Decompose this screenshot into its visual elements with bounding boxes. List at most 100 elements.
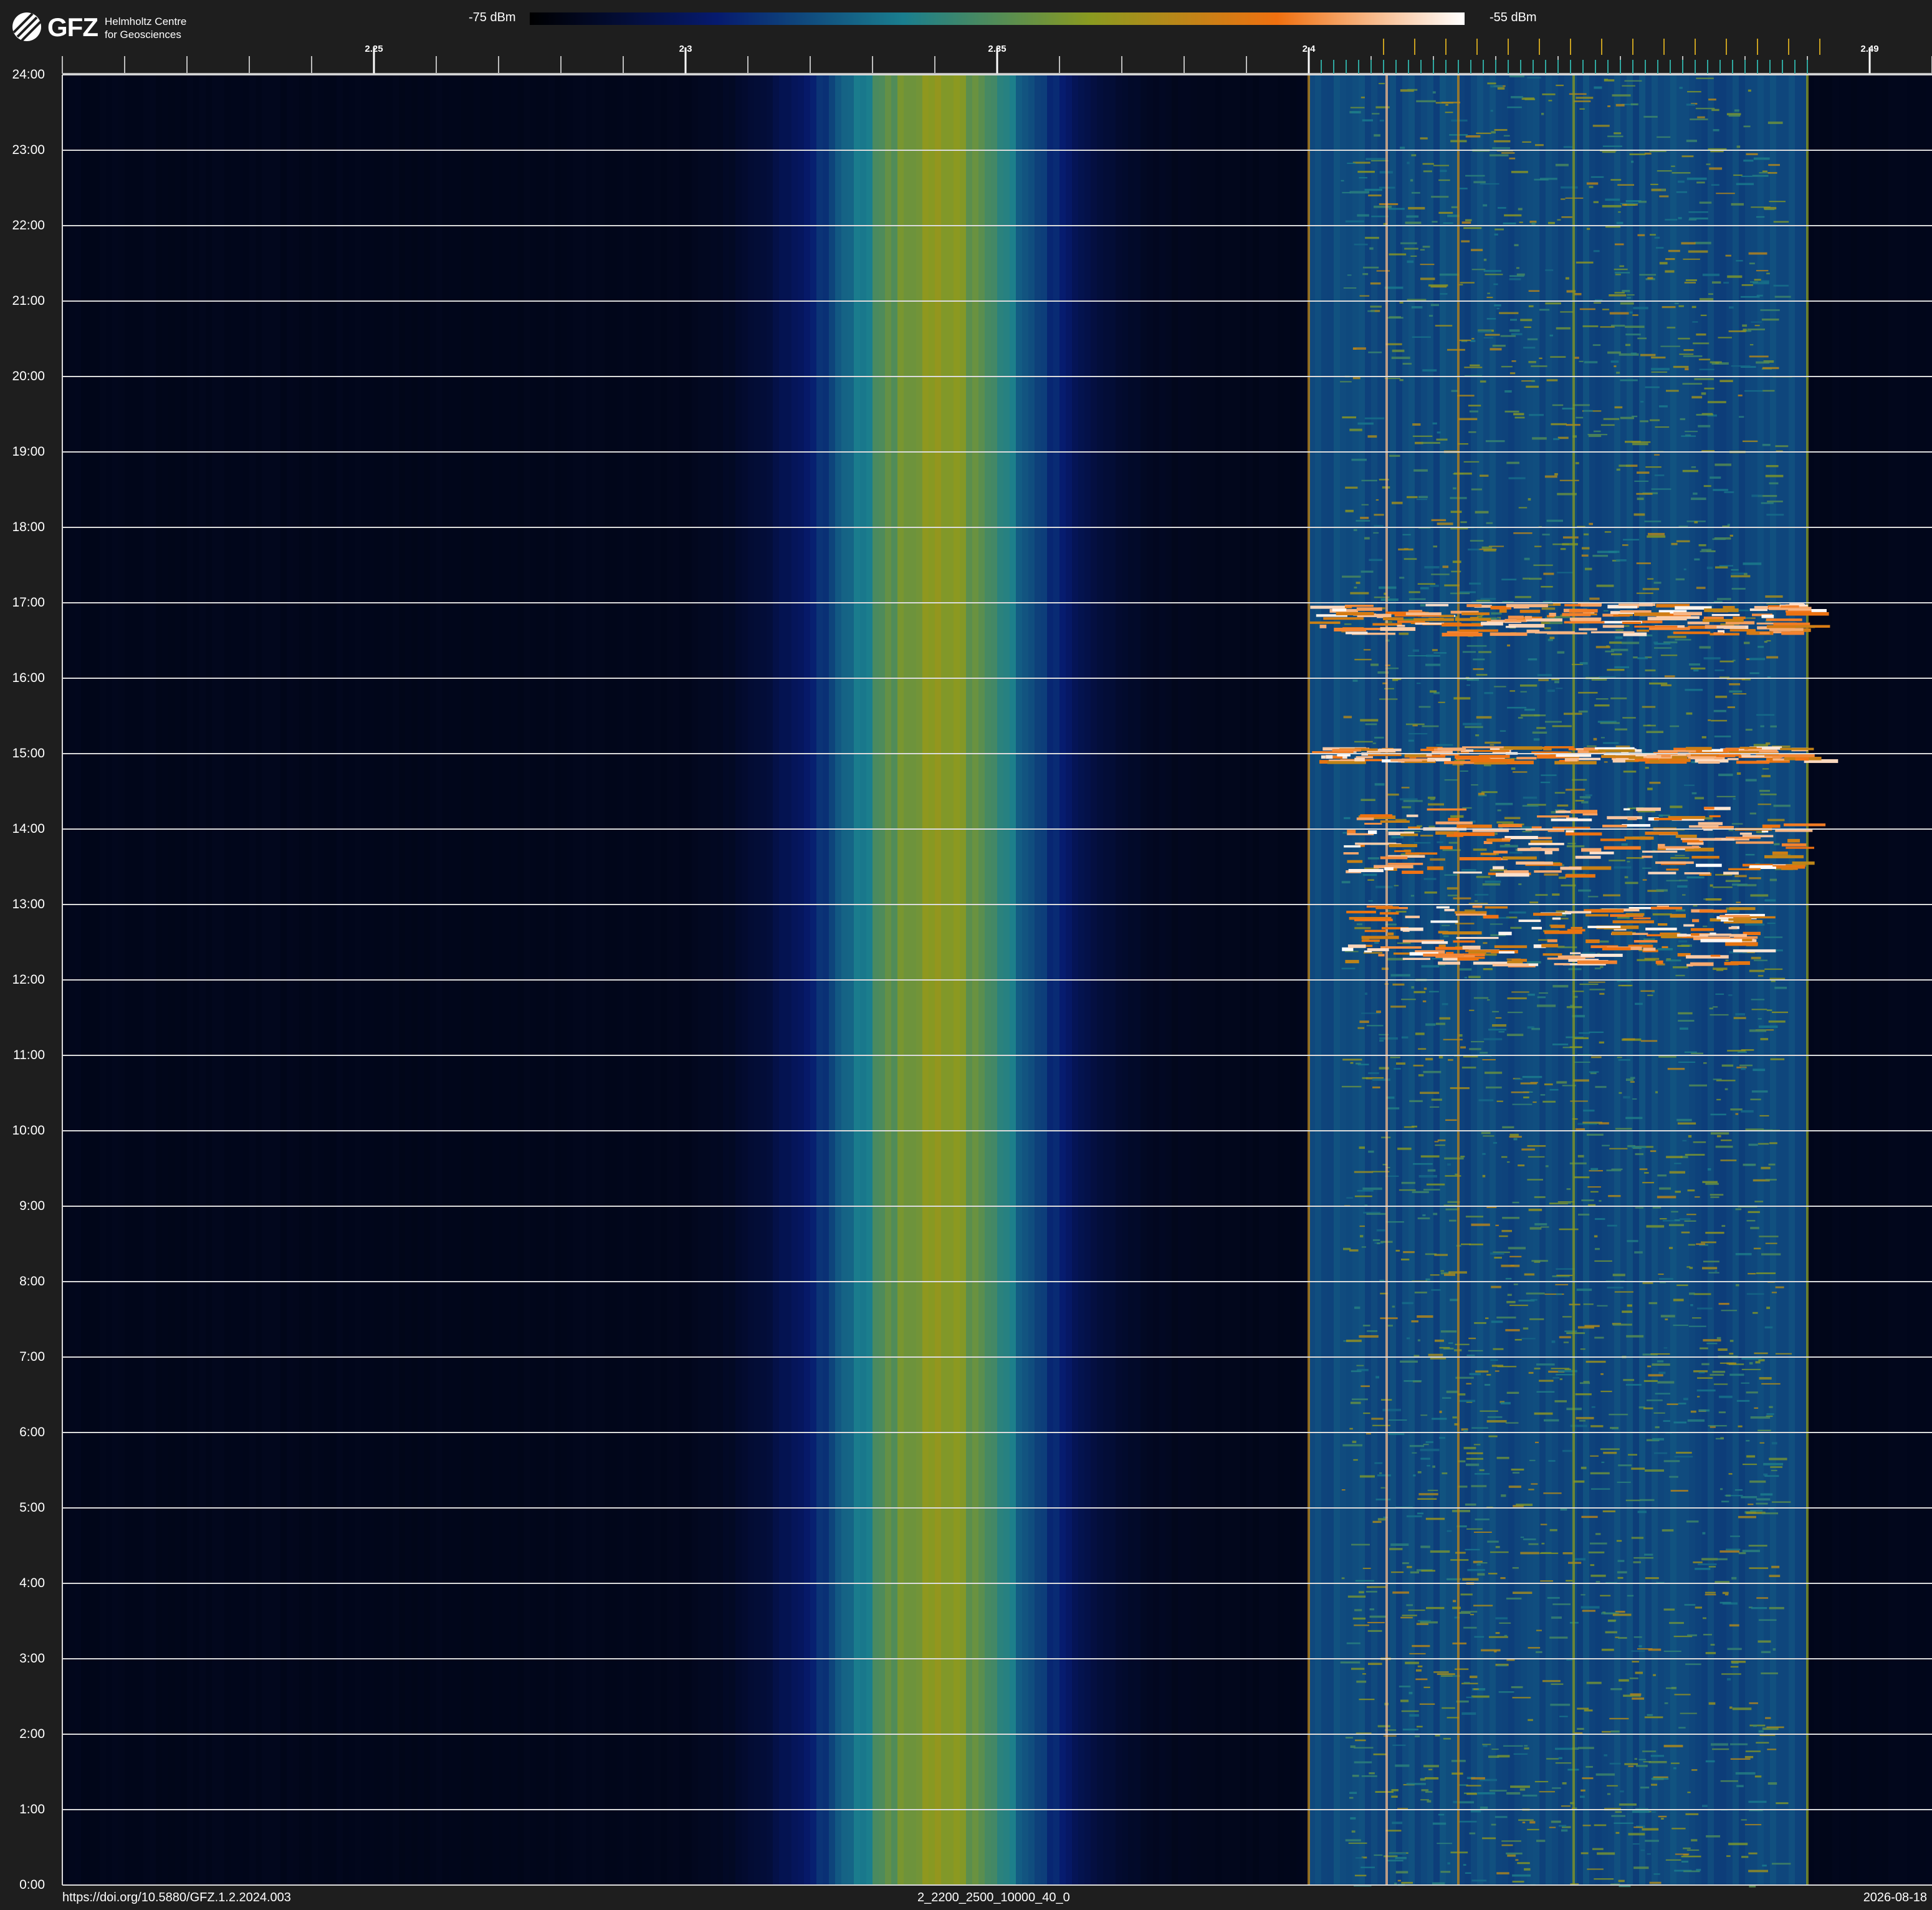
burst-signal: [1356, 607, 1382, 611]
signal-speck: [1469, 1048, 1481, 1050]
signal-speck: [1694, 558, 1700, 561]
signal-speck: [1553, 438, 1560, 440]
signal-speck: [1511, 767, 1516, 770]
signal-speck: [1448, 1058, 1453, 1061]
signal-speck: [1509, 278, 1521, 281]
signal-speck: [1620, 302, 1634, 305]
signal-speck: [1541, 621, 1551, 625]
signal-speck: [1421, 1789, 1429, 1792]
signal-speck: [1734, 875, 1747, 878]
signal-speck: [1465, 1216, 1483, 1218]
signal-speck: [1471, 338, 1475, 340]
signal-speck: [1600, 1448, 1620, 1451]
burst-signal: [1781, 631, 1804, 635]
signal-speck: [1475, 511, 1489, 514]
signal-speck: [1471, 1223, 1490, 1226]
burst-signal: [1345, 959, 1359, 964]
burst-signal: [1466, 604, 1482, 607]
burst-signal: [1675, 834, 1697, 838]
signal-speck: [1744, 1755, 1754, 1759]
signal-speck: [1685, 1813, 1699, 1815]
signal-speck: [1697, 1377, 1713, 1379]
signal-speck: [1420, 835, 1433, 837]
signal-speck: [1612, 1613, 1632, 1616]
signal-speck: [1465, 1463, 1480, 1466]
signal-speck: [1512, 1103, 1533, 1105]
signal-speck: [1450, 592, 1470, 595]
signal-speck: [1516, 1504, 1533, 1506]
signal-speck: [1691, 396, 1703, 399]
signal-speck: [1607, 105, 1610, 107]
signal-speck: [1407, 89, 1418, 91]
signal-speck: [1741, 284, 1753, 286]
burst-signal: [1725, 942, 1758, 946]
burst-signal: [1397, 625, 1405, 627]
signal-speck: [1542, 534, 1550, 535]
burst-signal: [1687, 621, 1710, 625]
signal-speck: [1565, 789, 1585, 791]
signal-speck: [1490, 1252, 1504, 1255]
signal-speck: [1619, 1092, 1622, 1094]
signal-speck: [1533, 738, 1540, 741]
signal-speck: [1729, 1373, 1744, 1376]
signal-speck: [1602, 204, 1622, 208]
signal-speck: [1352, 1775, 1359, 1777]
signal-speck: [1766, 465, 1779, 468]
signal-speck: [1465, 1548, 1480, 1551]
burst-signal: [1309, 621, 1341, 624]
signal-speck: [1677, 885, 1688, 888]
burst-signal: [1569, 609, 1598, 613]
signal-speck: [1586, 228, 1590, 230]
signal-speck: [1719, 1601, 1731, 1604]
signal-speck: [1719, 380, 1733, 383]
signal-speck: [1761, 1166, 1771, 1169]
signal-speck: [1658, 405, 1668, 408]
signal-speck: [1761, 1672, 1778, 1674]
signal-speck: [1442, 1472, 1448, 1474]
time-tick-label: 22:00: [12, 218, 45, 233]
signal-speck: [1484, 1383, 1491, 1386]
signal-speck: [1491, 1823, 1496, 1826]
signal-speck: [1631, 160, 1634, 163]
signal-speck: [1750, 1227, 1759, 1229]
signal-speck: [1477, 1792, 1496, 1795]
signal-speck: [1676, 1118, 1692, 1121]
signal-speck: [1486, 999, 1490, 1001]
signal-speck: [1425, 1441, 1433, 1443]
signal-speck: [1400, 146, 1405, 149]
signal-speck: [1633, 513, 1645, 516]
signal-speck: [1410, 255, 1417, 257]
doi-link[interactable]: https://doi.org/10.5880/GFZ.1.2.2024.003: [62, 1890, 291, 1905]
burst-signal: [1361, 936, 1399, 939]
signal-speck: [1502, 1126, 1514, 1129]
signal-speck: [1719, 660, 1734, 663]
signal-speck: [1420, 137, 1428, 140]
signal-speck: [1548, 100, 1552, 102]
signal-speck: [1432, 221, 1438, 223]
signal-speck: [1730, 1535, 1741, 1537]
signal-speck: [1698, 425, 1711, 428]
signal-speck: [1480, 1052, 1488, 1054]
signal-speck: [1464, 367, 1483, 368]
signal-speck: [1400, 1360, 1418, 1363]
signal-speck: [1607, 1287, 1624, 1289]
signal-speck: [1355, 1857, 1364, 1859]
signal-speck: [1671, 165, 1675, 167]
signal-speck: [1745, 1164, 1754, 1166]
burst-signal: [1564, 758, 1578, 762]
signal-speck: [1412, 435, 1433, 438]
burst-signal: [1364, 929, 1386, 933]
frequency-tick-label: 2.4: [1302, 44, 1316, 54]
signal-speck: [1617, 1571, 1627, 1574]
signal-speck: [1463, 461, 1480, 463]
burst-signal: [1587, 926, 1621, 928]
signal-speck: [1374, 783, 1385, 786]
signal-speck: [1522, 830, 1532, 833]
signal-speck: [1576, 1417, 1594, 1419]
burst-signal: [1670, 914, 1686, 918]
signal-speck: [1622, 289, 1630, 292]
signal-speck: [1731, 883, 1748, 886]
signal-speck: [1638, 1759, 1647, 1760]
signal-speck: [1530, 1082, 1538, 1083]
signal-speck: [1465, 175, 1485, 177]
